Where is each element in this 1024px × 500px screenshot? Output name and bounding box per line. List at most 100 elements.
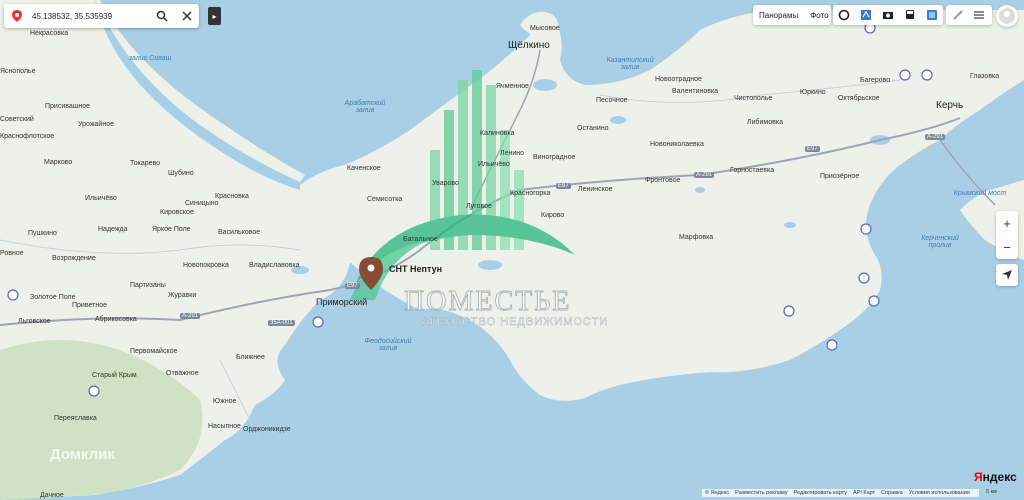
footer-link-4[interactable]: Справка — [881, 490, 903, 496]
water-label-kazantip[interactable]: Казантипский залив — [600, 57, 660, 71]
village-label-chistopole[interactable]: Чистополье — [734, 95, 772, 102]
village-label-novootradnoe[interactable]: Новоотрадное — [655, 76, 702, 83]
water-label-kerchstrait[interactable]: Керченский пролив — [910, 235, 970, 249]
village-label-novopokrovka[interactable]: Новопокровка — [183, 262, 229, 269]
village-label-kachenskoe[interactable]: Каченское — [347, 165, 381, 172]
village-label-sinitsyno[interactable]: Синицыно — [185, 200, 219, 207]
village-label-abrikosovka[interactable]: Абрикосовка — [95, 316, 137, 323]
panoramas-button[interactable]: Панорамы — [753, 11, 804, 20]
village-label-vladislavovka[interactable]: Владиславовка — [249, 262, 299, 269]
footer-link-0[interactable]: © Яндекс — [705, 490, 729, 496]
village-label-krasnoflotskoe[interactable]: Краснофлотское — [0, 133, 54, 140]
village-label-pereyaslavka[interactable]: Переяславка — [54, 415, 97, 422]
village-label-valentinovka[interactable]: Валентиновка — [672, 88, 718, 95]
ruler-button[interactable] — [946, 5, 992, 25]
village-label-krasnovka[interactable]: Красновка — [215, 193, 249, 200]
village-label-vozrozhdenie[interactable]: Возрождение — [52, 255, 96, 262]
village-label-mysovoe[interactable]: Мысовое — [530, 25, 560, 32]
village-label-nasypnoe[interactable]: Насыпное — [208, 423, 241, 430]
village-label-glazovka[interactable]: Глазовка — [970, 73, 999, 80]
camera-icon[interactable] — [882, 9, 894, 21]
zoom-out-icon[interactable]: − — [996, 235, 1018, 259]
footer-link-3[interactable]: API Карт — [853, 490, 875, 496]
search-icon[interactable] — [154, 8, 170, 24]
village-label-pushkino[interactable]: Пушкино — [28, 230, 57, 237]
village-label-prisivashnoe[interactable]: Присивашное — [45, 103, 90, 110]
traffic-icon[interactable] — [860, 9, 872, 21]
profile-button[interactable] — [996, 5, 1018, 27]
village-label-priozernoe[interactable]: Приозёрное — [820, 173, 859, 180]
village-label-batalnoe[interactable]: Батальное — [403, 236, 438, 243]
water-label-arabat[interactable]: Арабатский залив — [335, 100, 395, 114]
map-canvas[interactable] — [0, 0, 1024, 500]
village-label-lgovskoe[interactable]: Льговское — [18, 318, 51, 325]
close-icon[interactable] — [179, 8, 195, 24]
village-label-partizany[interactable]: Партизаны — [130, 282, 166, 289]
water-label-feodosia[interactable]: Феодосийский залив — [358, 338, 418, 352]
village-label-zuravki[interactable]: Журавки — [168, 292, 196, 299]
village-label-nekrasovka[interactable]: Некрасовка — [30, 30, 68, 37]
village-label-ljubimovka[interactable]: Либимовка — [747, 119, 783, 126]
village-label-zolotoepole[interactable]: Золотое Поле — [30, 294, 75, 301]
village-label-fronovoe[interactable]: Фронтовое — [645, 177, 680, 184]
village-label-leninskoe[interactable]: Ленинское — [578, 186, 613, 193]
village-label-ilichevo1[interactable]: Ильичёво — [85, 195, 117, 202]
village-label-marfovka[interactable]: Марфовка — [679, 234, 713, 241]
panorama-icon[interactable] — [838, 9, 850, 21]
footer-link-1[interactable]: Разместить рекламу — [735, 490, 788, 496]
village-label-novonikolaevka[interactable]: Новониколаевка — [650, 141, 704, 148]
city-label-shchelkino[interactable]: Щёлкино — [508, 40, 550, 51]
village-label-lenino[interactable]: Ленино — [500, 150, 524, 157]
water-label-kerchbridge[interactable]: Крымский мост — [950, 190, 1010, 197]
village-label-ilichevo2[interactable]: Ильичёво — [478, 161, 510, 168]
water-label-sivash[interactable]: залив Сиваш — [120, 55, 180, 62]
village-label-kalinovka[interactable]: Калиновка — [480, 130, 515, 137]
village-label-bagerovo[interactable]: Багерово — [860, 77, 890, 84]
village-label-yachmennoe[interactable]: Ячменное — [496, 83, 529, 90]
village-label-vasilkovoe[interactable]: Васильковое — [218, 229, 260, 236]
village-label-krasnogorka[interactable]: Красногорка — [510, 190, 550, 197]
zoom-in-icon[interactable]: + — [996, 211, 1018, 235]
village-label-privetnoe[interactable]: Приветное — [72, 302, 107, 309]
village-label-yuzhnoe[interactable]: Южное — [213, 398, 236, 405]
village-label-dachnoe[interactable]: Дачное — [40, 492, 64, 499]
village-label-otvazhnoe[interactable]: Отважное — [166, 370, 199, 377]
layers-icon[interactable] — [926, 9, 938, 21]
village-label-pesochnoe[interactable]: Песочное — [596, 97, 628, 104]
village-label-yasnopole[interactable]: Яснополье — [0, 68, 35, 75]
collapse-panel-button[interactable]: ▸ — [208, 7, 221, 25]
village-label-ostanino[interactable]: Останино — [577, 125, 609, 132]
village-label-kirovo[interactable]: Кирово — [541, 212, 564, 219]
city-label-kerch[interactable]: Керчь — [936, 100, 963, 111]
locate-button[interactable] — [996, 264, 1018, 286]
village-label-shubino[interactable]: Шубино — [168, 170, 194, 177]
footer-link-5[interactable]: Условия использования — [909, 490, 970, 496]
village-label-yarkoepole[interactable]: Яркое Поле — [152, 226, 191, 233]
village-label-ordzhonikidze[interactable]: Орджоникидзе — [243, 426, 291, 433]
village-label-pervomayskoe[interactable]: Первомайское — [130, 348, 177, 355]
village-label-oktyabrskoe[interactable]: Октябрьское — [838, 95, 880, 102]
photo-button[interactable]: Фото — [804, 11, 834, 20]
village-label-lugovoe[interactable]: Луговое — [466, 203, 492, 210]
yandex-logo[interactable]: Яндекс — [974, 470, 1017, 484]
village-label-nadezhda[interactable]: Надежда — [98, 226, 128, 233]
village-label-stariykrym[interactable]: Старый Крым — [92, 372, 137, 379]
search-input[interactable] — [30, 10, 154, 22]
village-label-markovo[interactable]: Марково — [44, 159, 72, 166]
location-pin-icon — [12, 10, 22, 22]
village-label-urozhaynoe[interactable]: Урожайное — [78, 121, 114, 128]
village-label-kirovskoe[interactable]: Кировское — [160, 209, 194, 216]
town-label-primorsky[interactable]: Приморский — [316, 297, 367, 307]
village-label-yurkino[interactable]: Юркино — [800, 89, 826, 96]
village-label-semisotka[interactable]: Семисотка — [367, 196, 402, 203]
village-label-tokarevo[interactable]: Токарево — [130, 160, 160, 167]
village-label-rovnoe[interactable]: Ровное — [0, 250, 24, 257]
village-label-uvarovo[interactable]: Уварово — [432, 180, 459, 187]
village-label-gornostaevka[interactable]: Горностаевка — [730, 167, 774, 174]
village-label-vinogradnoe[interactable]: Виноградное — [533, 154, 575, 161]
marker-label[interactable]: СНТ Нептун — [389, 264, 442, 274]
village-label-soviet[interactable]: Советский — [0, 116, 34, 123]
village-label-blizhnee[interactable]: Ближнее — [236, 354, 265, 361]
footer-link-2[interactable]: Редактировать карту — [794, 490, 847, 496]
bus-icon[interactable] — [904, 9, 916, 21]
